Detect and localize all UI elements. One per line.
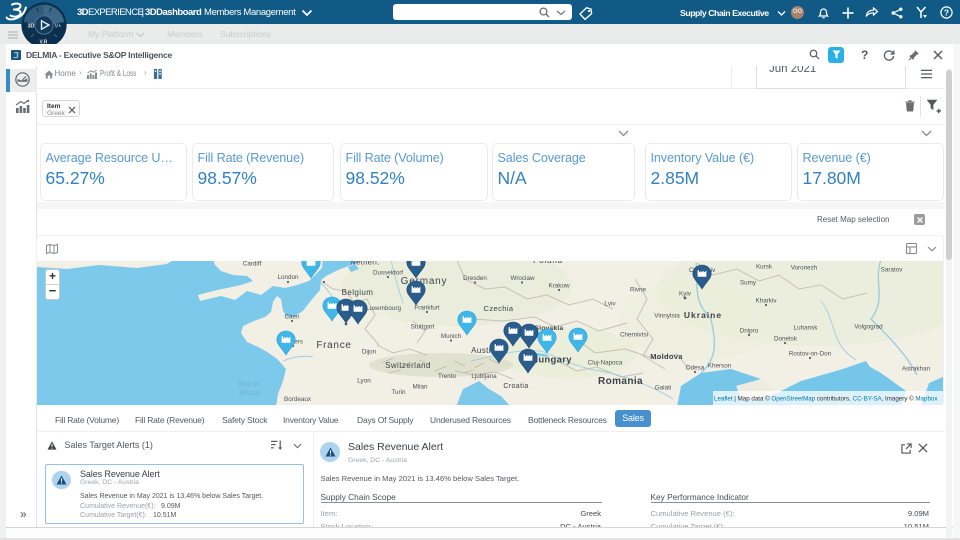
svg-text:London: London	[277, 274, 299, 281]
svg-text:Belgium: Belgium	[342, 288, 374, 297]
svg-text:Kursk: Kursk	[756, 264, 773, 271]
svg-text:Frankfurt: Frankfurt	[414, 305, 439, 312]
svg-text:Caen: Caen	[284, 314, 300, 321]
svg-text:Chernivtsi: Chernivtsi	[620, 332, 648, 339]
svg-text:Kherson: Kherson	[708, 363, 732, 370]
svg-text:Poland: Poland	[533, 261, 563, 265]
svg-text:Munich: Munich	[441, 333, 462, 340]
svg-text:V+: V+	[55, 24, 62, 30]
svg-text:Ljubljana: Ljubljana	[471, 373, 497, 380]
svg-text:Dnipro: Dnipro	[740, 328, 759, 335]
svg-text:Dresden: Dresden	[463, 275, 487, 282]
svg-text:Vinnytsia: Vinnytsia	[654, 313, 680, 320]
svg-text:3D: 3D	[28, 24, 35, 30]
svg-text:Rivne: Rivne	[630, 287, 647, 294]
svg-text:Croatia: Croatia	[503, 383, 528, 390]
svg-text:Volgograd: Volgograd	[854, 324, 883, 331]
svg-text:Cluj-Napoca: Cluj-Napoca	[588, 360, 623, 367]
svg-text:Sumy: Sumy	[740, 280, 757, 287]
svg-text:Donetsk: Donetsk	[774, 336, 798, 343]
svg-text:Turin: Turin	[391, 389, 406, 396]
svg-text:Romania: Romania	[598, 376, 643, 387]
svg-text:Biscay: Biscay	[239, 388, 262, 397]
svg-text:Dusseldorf: Dusseldorf	[373, 270, 403, 277]
svg-text:Kyiv: Kyiv	[679, 291, 692, 298]
svg-text:Saratov: Saratov	[881, 267, 904, 274]
svg-text:Bay of: Bay of	[238, 379, 260, 388]
svg-text:Odesa: Odesa	[686, 365, 705, 372]
svg-text:Trento: Trento	[438, 373, 456, 380]
svg-text:Switzerland: Switzerland	[385, 361, 431, 370]
svg-text:?: ?	[944, 7, 949, 17]
svg-text:Luxembourg: Luxembourg	[366, 305, 402, 312]
svg-text:Bordeaux: Bordeaux	[284, 396, 312, 403]
svg-text:Astrakhan: Astrakhan	[902, 366, 931, 373]
svg-text:Cardiff: Cardiff	[243, 261, 262, 268]
svg-text:Moldova: Moldova	[650, 352, 683, 361]
svg-text:Lyon: Lyon	[357, 378, 371, 385]
svg-text:Kharkiv: Kharkiv	[756, 298, 778, 305]
svg-text:France: France	[316, 340, 351, 351]
svg-text:Krakow: Krakow	[549, 283, 570, 290]
svg-text:Milan: Milan	[412, 384, 428, 391]
svg-text:Rostov-on-Don: Rostov-on-Don	[789, 351, 832, 358]
svg-text:Luhansk: Luhansk	[794, 325, 819, 332]
svg-text:Leaflet | Map data © OpenStree: Leaflet | Map data © OpenStreetMap contr…	[714, 396, 938, 403]
svg-text:Czechia: Czechia	[484, 304, 514, 313]
svg-text:Stuttgart: Stuttgart	[411, 324, 435, 331]
svg-text:Voronezh: Voronezh	[791, 265, 818, 272]
svg-text:Ukraine: Ukraine	[684, 310, 722, 320]
svg-text:Netherl.: Netherl.	[350, 261, 379, 267]
svg-text:Dijon: Dijon	[362, 349, 377, 356]
svg-text:Galati: Galati	[655, 385, 671, 392]
svg-text:Wroclaw: Wroclaw	[510, 275, 534, 282]
svg-text:Lviv: Lviv	[604, 301, 616, 308]
